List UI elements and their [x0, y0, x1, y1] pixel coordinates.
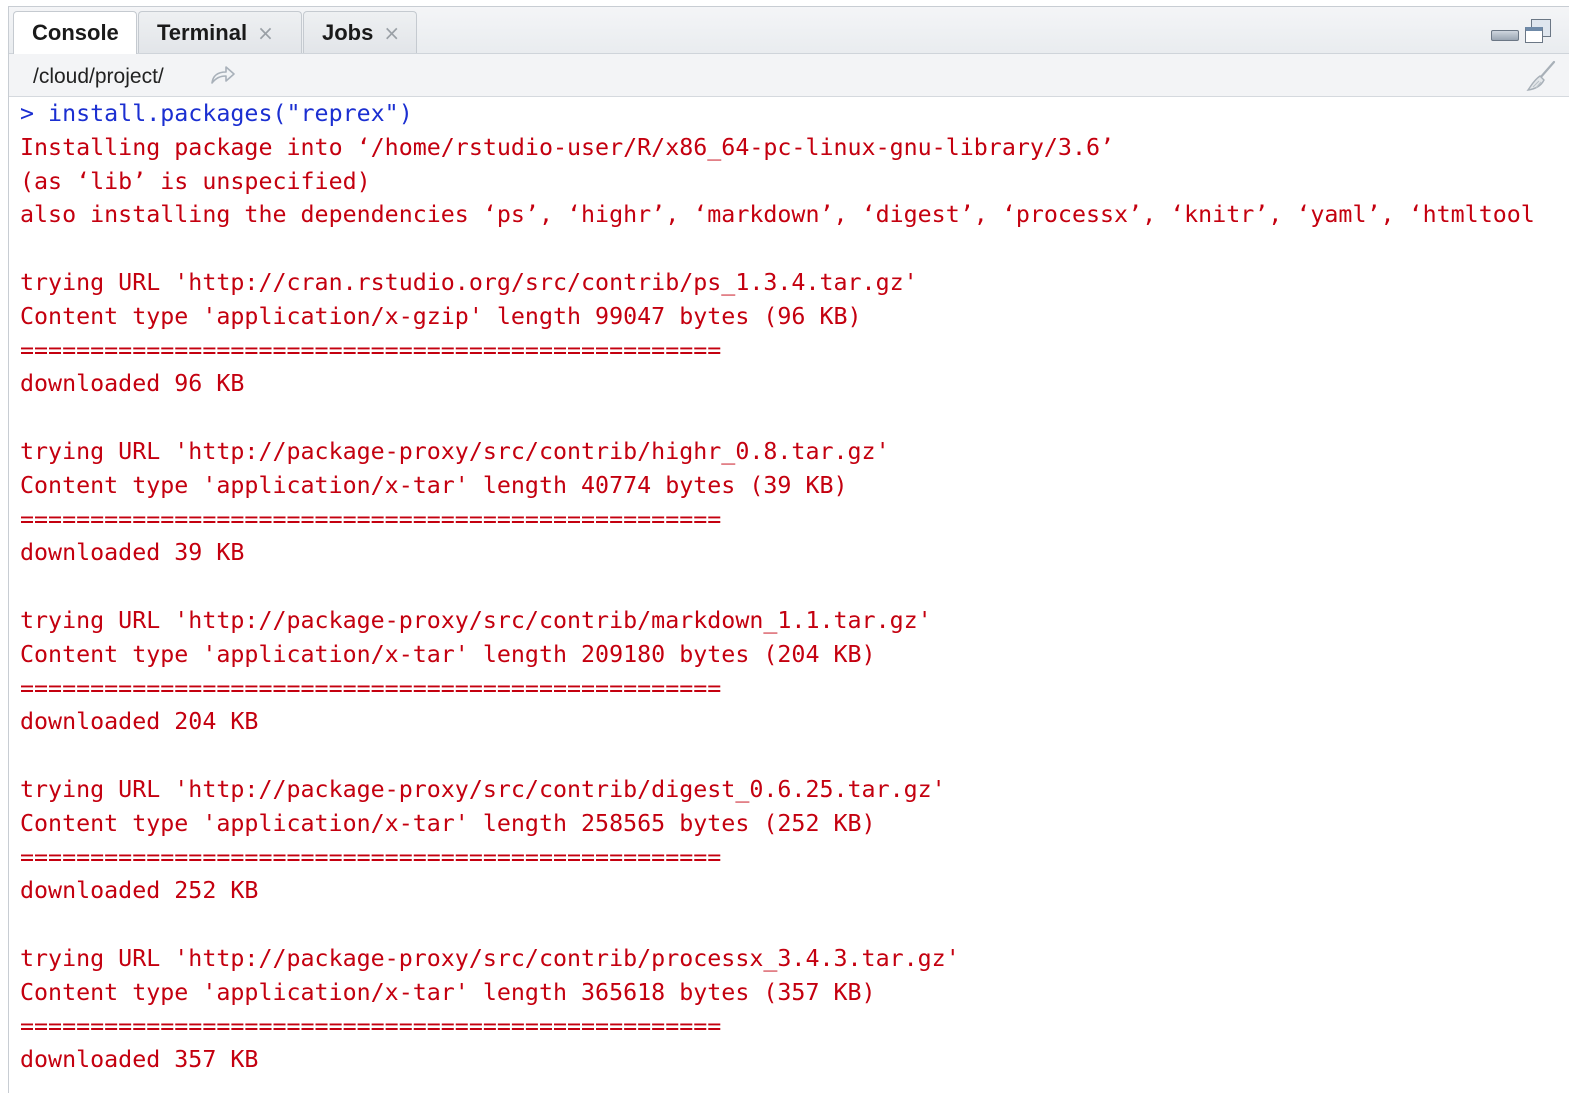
- console-input-line: > install.packages("reprex"): [20, 100, 413, 127]
- console-output-line: downloaded 96 KB: [20, 370, 245, 398]
- working-directory-path: /cloud/project/: [33, 65, 164, 88]
- console-output-line: trying URL 'http://package-proxy/src/con…: [20, 606, 932, 634]
- close-icon[interactable]: ×: [383, 21, 400, 45]
- console-output-line: ========================================…: [20, 505, 722, 533]
- tab-console-label: Console: [32, 20, 119, 45]
- console-output-line: trying URL 'http://package-proxy/src/con…: [20, 944, 960, 972]
- console-output-line: also installing the dependencies ‘ps’, ‘…: [20, 201, 1535, 229]
- console-output[interactable]: > install.packages("reprex") Installing p…: [9, 97, 1569, 1093]
- console-output-line: trying URL 'http://cran.rstudio.org/src/…: [20, 268, 918, 296]
- console-output-line: downloaded 204 KB: [20, 708, 259, 736]
- tab-jobs[interactable]: Jobs ×: [303, 11, 417, 53]
- console-output-line: ========================================…: [20, 843, 722, 871]
- console-output-line: Content type 'application/x-tar' length …: [20, 640, 876, 668]
- console-output-line: (as ‘lib’ is unspecified): [20, 167, 371, 195]
- window-controls: [1491, 19, 1551, 43]
- share-arrow-icon[interactable]: [209, 64, 237, 86]
- console-output-line: downloaded 357 KB: [20, 1046, 259, 1074]
- console-output-line: downloaded 252 KB: [20, 877, 259, 905]
- console-output-line: trying URL 'http://package-proxy/src/con…: [20, 437, 890, 465]
- console-output-line: downloaded 39 KB: [20, 539, 245, 567]
- tab-terminal[interactable]: Terminal ×: [138, 11, 302, 53]
- console-output-line: Installing package into ‘/home/rstudio-u…: [20, 133, 1115, 161]
- pane-tab-bar: Console Terminal × Jobs ×: [9, 7, 1569, 54]
- console-pane: Console Terminal × Jobs × /cloud/project…: [8, 6, 1569, 1093]
- console-output-line: ========================================…: [20, 674, 722, 702]
- working-directory-bar: /cloud/project/: [9, 54, 1569, 97]
- console-output-line: Content type 'application/x-gzip' length…: [20, 302, 862, 330]
- console-output-line: ========================================…: [20, 336, 722, 364]
- minimize-icon[interactable]: [1491, 30, 1519, 41]
- console-output-line: ========================================…: [20, 1012, 722, 1040]
- broom-icon[interactable]: [1525, 60, 1557, 92]
- close-icon[interactable]: ×: [257, 21, 274, 45]
- console-output-line: trying URL 'http://package-proxy/src/con…: [20, 775, 946, 803]
- console-output-line: Content type 'application/x-tar' length …: [20, 471, 848, 499]
- maximize-icon[interactable]: [1525, 19, 1551, 43]
- console-output-line: Content type 'application/x-tar' length …: [20, 978, 876, 1006]
- console-output-line: Content type 'application/x-tar' length …: [20, 809, 876, 837]
- tab-terminal-label: Terminal: [157, 19, 248, 45]
- tab-jobs-label: Jobs: [322, 19, 374, 45]
- tab-console[interactable]: Console: [13, 11, 137, 54]
